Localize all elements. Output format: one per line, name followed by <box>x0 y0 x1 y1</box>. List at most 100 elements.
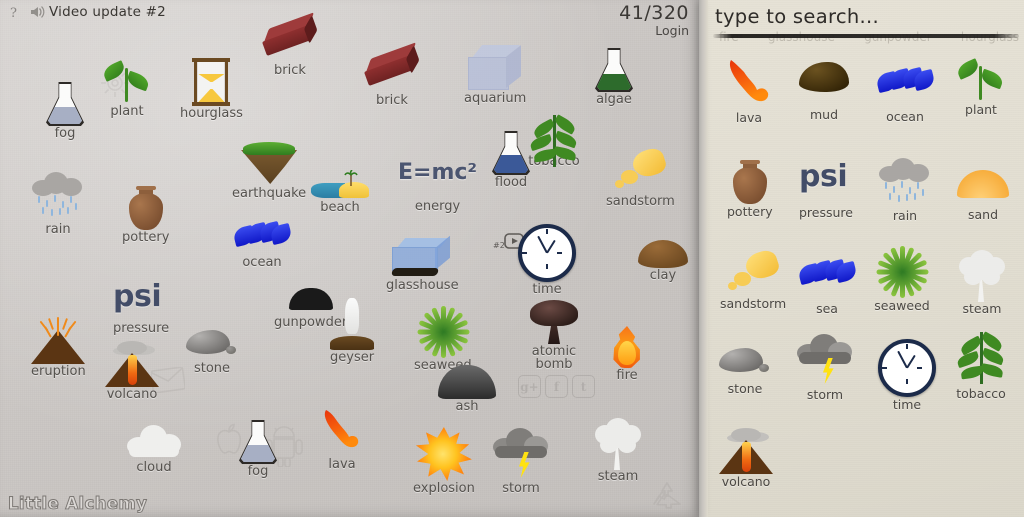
element-label: beach <box>320 200 360 215</box>
element-algae[interactable]: algae <box>595 48 633 107</box>
rain-icon <box>30 172 86 222</box>
element-cloud[interactable]: cloud <box>127 425 181 475</box>
flask-fog-icon <box>239 420 277 464</box>
element-flood[interactable]: flood <box>492 131 530 190</box>
element-steam[interactable]: steam <box>594 418 642 484</box>
element-label: time <box>532 282 562 297</box>
library-item-volcano[interactable]: volcano <box>719 428 773 488</box>
psi-icon: psi <box>113 279 162 314</box>
pottery-icon <box>732 160 767 204</box>
login-link[interactable]: Login <box>619 23 689 38</box>
library-item-seaweed[interactable]: seaweed <box>874 246 930 312</box>
element-fog[interactable]: fog <box>46 82 84 141</box>
element-pressure[interactable]: psi pressure <box>113 282 169 336</box>
library-item-storm[interactable]: storm <box>797 334 853 401</box>
rain-icon <box>877 158 933 208</box>
element-hourglass[interactable]: hourglass <box>180 58 243 121</box>
library-item-label: stone <box>727 381 763 396</box>
element-earthquake[interactable]: earthquake <box>232 142 306 201</box>
element-seaweed[interactable]: seaweed <box>414 306 472 373</box>
element-explosion[interactable]: explosion <box>413 427 475 496</box>
workspace-canvas[interactable]: ? Video update #2 41/320 Login Little Al… <box>0 0 699 517</box>
tobacco-icon <box>528 113 580 169</box>
element-rain[interactable]: rain <box>30 172 86 237</box>
element-label: steam <box>597 469 639 484</box>
library-item-label: ocean <box>886 109 924 124</box>
storm-icon <box>493 428 549 480</box>
element-geyser[interactable]: geyser <box>330 298 374 365</box>
library-item-ocean[interactable]: ocean <box>875 66 936 124</box>
question-mark-icon[interactable]: ? <box>9 4 23 21</box>
library-item-tobacco[interactable]: tobacco <box>955 330 1007 400</box>
ocean-icon <box>875 66 936 94</box>
glasshouse-icon <box>391 235 452 278</box>
element-fog[interactable]: fog <box>239 420 277 479</box>
library-item-steam[interactable]: steam <box>958 250 1006 315</box>
library-item-sand[interactable]: sand <box>957 170 1009 221</box>
element-ash[interactable]: ash <box>438 365 496 414</box>
element-glasshouse[interactable]: glasshouse <box>386 235 459 293</box>
library-item-stone[interactable]: stone <box>719 348 771 395</box>
element-label: fog <box>54 126 76 141</box>
ash-icon <box>438 365 496 399</box>
element-label: fire <box>616 368 638 383</box>
library-item-sandstorm[interactable]: sandstorm <box>720 247 786 310</box>
recycle-icon[interactable] <box>650 480 684 512</box>
element-label: plant <box>110 104 144 119</box>
element-pottery[interactable]: pottery <box>122 186 169 245</box>
volcano-icon <box>719 428 773 474</box>
ghost-label: glasshouse <box>768 30 835 48</box>
facebook-icon: f <box>545 375 568 398</box>
library-item-pressure[interactable]: psi pressure <box>799 162 853 220</box>
element-library[interactable]: fire glasshouse gunpowder hourglass lava <box>699 0 1024 517</box>
library-item-rain[interactable]: rain <box>877 158 933 222</box>
library-item-pottery[interactable]: pottery <box>727 160 773 218</box>
element-aquarium[interactable]: aquarium <box>464 45 526 106</box>
library-item-mud[interactable]: mud <box>799 62 849 121</box>
element-ocean[interactable]: ocean <box>232 220 293 270</box>
pottery-icon <box>128 186 163 230</box>
clock-icon <box>518 224 576 282</box>
flask-fog-icon <box>46 82 84 126</box>
element-beach[interactable]: beach <box>311 170 369 215</box>
element-volcano[interactable]: volcano <box>105 341 159 402</box>
element-label: glasshouse <box>386 278 459 293</box>
library-item-lava[interactable]: lava <box>721 60 777 124</box>
sound-icon[interactable] <box>29 4 45 20</box>
library-item-label: storm <box>806 387 844 402</box>
element-tobacco[interactable]: tobacco <box>528 113 580 169</box>
library-item-plant[interactable]: plant <box>955 58 1005 116</box>
video-update-link[interactable]: Video update #2 <box>49 4 166 20</box>
element-time[interactable]: time <box>518 224 576 297</box>
svg-text:?: ? <box>10 6 17 20</box>
element-energy[interactable]: E=mc² energy <box>398 162 477 214</box>
element-atomic-bomb[interactable]: atomic bomb <box>525 300 583 371</box>
element-fire[interactable]: fire <box>610 322 644 383</box>
tobacco-icon <box>955 330 1007 386</box>
element-label: storm <box>502 481 540 496</box>
element-eruption[interactable]: eruption <box>31 317 86 379</box>
element-label: atomic bomb <box>531 344 577 372</box>
library-item-sea[interactable]: sea <box>797 258 858 315</box>
element-brick[interactable]: brick <box>261 12 318 78</box>
ghost-labels-row: fire glasshouse gunpowder hourglass <box>719 30 1019 48</box>
stone-icon <box>719 348 771 374</box>
element-brick[interactable]: brick <box>363 42 420 108</box>
element-clay[interactable]: clay <box>638 240 688 283</box>
search-input[interactable] <box>713 4 1011 31</box>
sandstorm-icon <box>728 247 782 296</box>
fire-icon <box>610 322 644 368</box>
element-label: sandstorm <box>606 194 675 209</box>
sandstorm-icon <box>615 145 669 194</box>
element-sandstorm[interactable]: sandstorm <box>606 145 675 209</box>
plant-icon <box>955 58 1005 102</box>
brick-icon <box>259 12 322 60</box>
library-item-time[interactable]: time <box>878 339 936 411</box>
steam-icon <box>594 418 642 470</box>
element-lava[interactable]: lava <box>316 410 368 472</box>
sea-icon <box>797 258 858 286</box>
counter-box: 41/320 Login <box>619 3 689 38</box>
element-stone[interactable]: stone <box>186 330 238 376</box>
element-plant[interactable]: plant <box>101 60 151 119</box>
element-storm[interactable]: storm <box>493 428 549 496</box>
